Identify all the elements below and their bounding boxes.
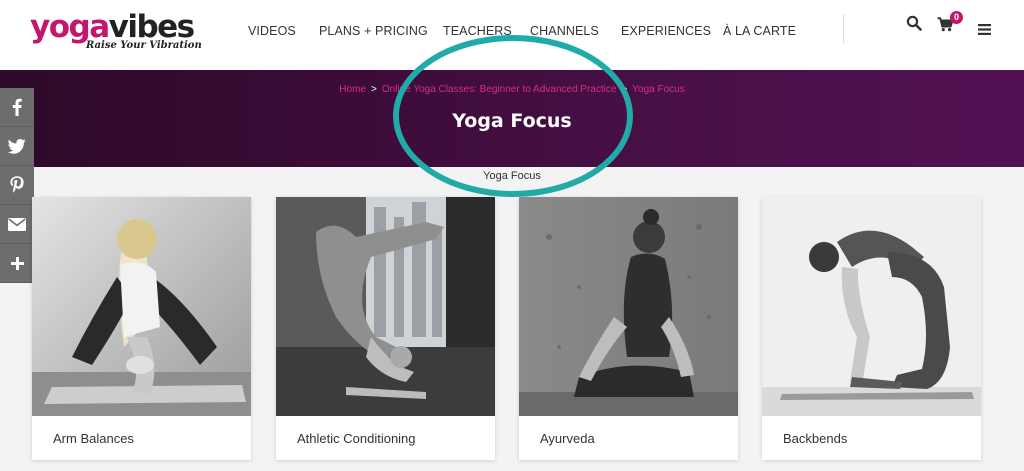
cart-count-badge: 0 bbox=[950, 11, 963, 24]
category-card-athletic-conditioning[interactable]: Athletic Conditioning bbox=[276, 197, 495, 460]
facebook-share-button[interactable] bbox=[0, 88, 34, 127]
nav-teachers[interactable]: TEACHERS bbox=[443, 24, 512, 38]
nav-a-la-carte[interactable]: À LA CARTE bbox=[723, 24, 796, 38]
category-card-ayurveda[interactable]: Ayurveda bbox=[519, 197, 738, 460]
plus-icon bbox=[10, 256, 24, 270]
page-title: Yoga Focus bbox=[452, 110, 572, 132]
nav-experiences[interactable]: EXPERIENCES bbox=[621, 24, 711, 38]
backbends-photo[interactable] bbox=[762, 197, 981, 416]
breadcrumb-home[interactable]: Home bbox=[339, 84, 366, 95]
arm-balances-photo[interactable] bbox=[32, 197, 251, 416]
breadcrumb-separator: > bbox=[370, 84, 377, 95]
category-card-arm-balances[interactable]: Arm Balances bbox=[32, 197, 251, 460]
logo-tagline: Raise Your Vibration bbox=[86, 40, 202, 51]
breadcrumb-online-yoga-classes[interactable]: Online Yoga Classes: Beginner to Advance… bbox=[382, 84, 617, 95]
card-label[interactable]: Arm Balances bbox=[53, 431, 134, 446]
card-label[interactable]: Ayurveda bbox=[540, 431, 595, 446]
header-divider bbox=[843, 14, 844, 44]
breadcrumb-separator: > bbox=[621, 84, 628, 95]
more-share-button[interactable] bbox=[0, 244, 34, 283]
nav-plans-pricing[interactable]: PLANS + PRICING bbox=[319, 24, 428, 38]
nav-channels[interactable]: CHANNELS bbox=[530, 24, 599, 38]
email-share-button[interactable] bbox=[0, 205, 34, 244]
search-icon[interactable] bbox=[906, 15, 922, 36]
pinterest-icon bbox=[10, 176, 24, 193]
twitter-share-button[interactable] bbox=[0, 127, 34, 166]
social-share-bar bbox=[0, 88, 34, 283]
pinterest-share-button[interactable] bbox=[0, 166, 34, 205]
twitter-icon bbox=[8, 138, 26, 154]
email-icon bbox=[8, 217, 26, 231]
breadcrumb: Home > Online Yoga Classes: Beginner to Ad… bbox=[0, 84, 1024, 95]
site-header: yogavibes Raise Your Vibration VIDEOS PL… bbox=[0, 0, 1024, 70]
card-label[interactable]: Athletic Conditioning bbox=[297, 431, 416, 446]
yogavibes-logo[interactable]: yogavibes Raise Your Vibration bbox=[30, 12, 202, 56]
nav-videos[interactable]: VIDEOS bbox=[248, 24, 296, 38]
page-subtitle: Yoga Focus bbox=[483, 170, 541, 182]
hero-banner: Home > Online Yoga Classes: Beginner to Ad… bbox=[0, 70, 1024, 167]
category-card-backbends[interactable]: Backbends bbox=[762, 197, 981, 460]
facebook-icon bbox=[12, 98, 22, 116]
ayurveda-photo[interactable] bbox=[519, 197, 738, 416]
hamburger-icon[interactable] bbox=[978, 22, 991, 40]
card-label[interactable]: Backbends bbox=[783, 431, 847, 446]
athletic-conditioning-photo[interactable] bbox=[276, 197, 495, 416]
breadcrumb-current[interactable]: Yoga Focus bbox=[632, 84, 684, 95]
page: yogavibes Raise Your Vibration VIDEOS PL… bbox=[0, 0, 1024, 471]
